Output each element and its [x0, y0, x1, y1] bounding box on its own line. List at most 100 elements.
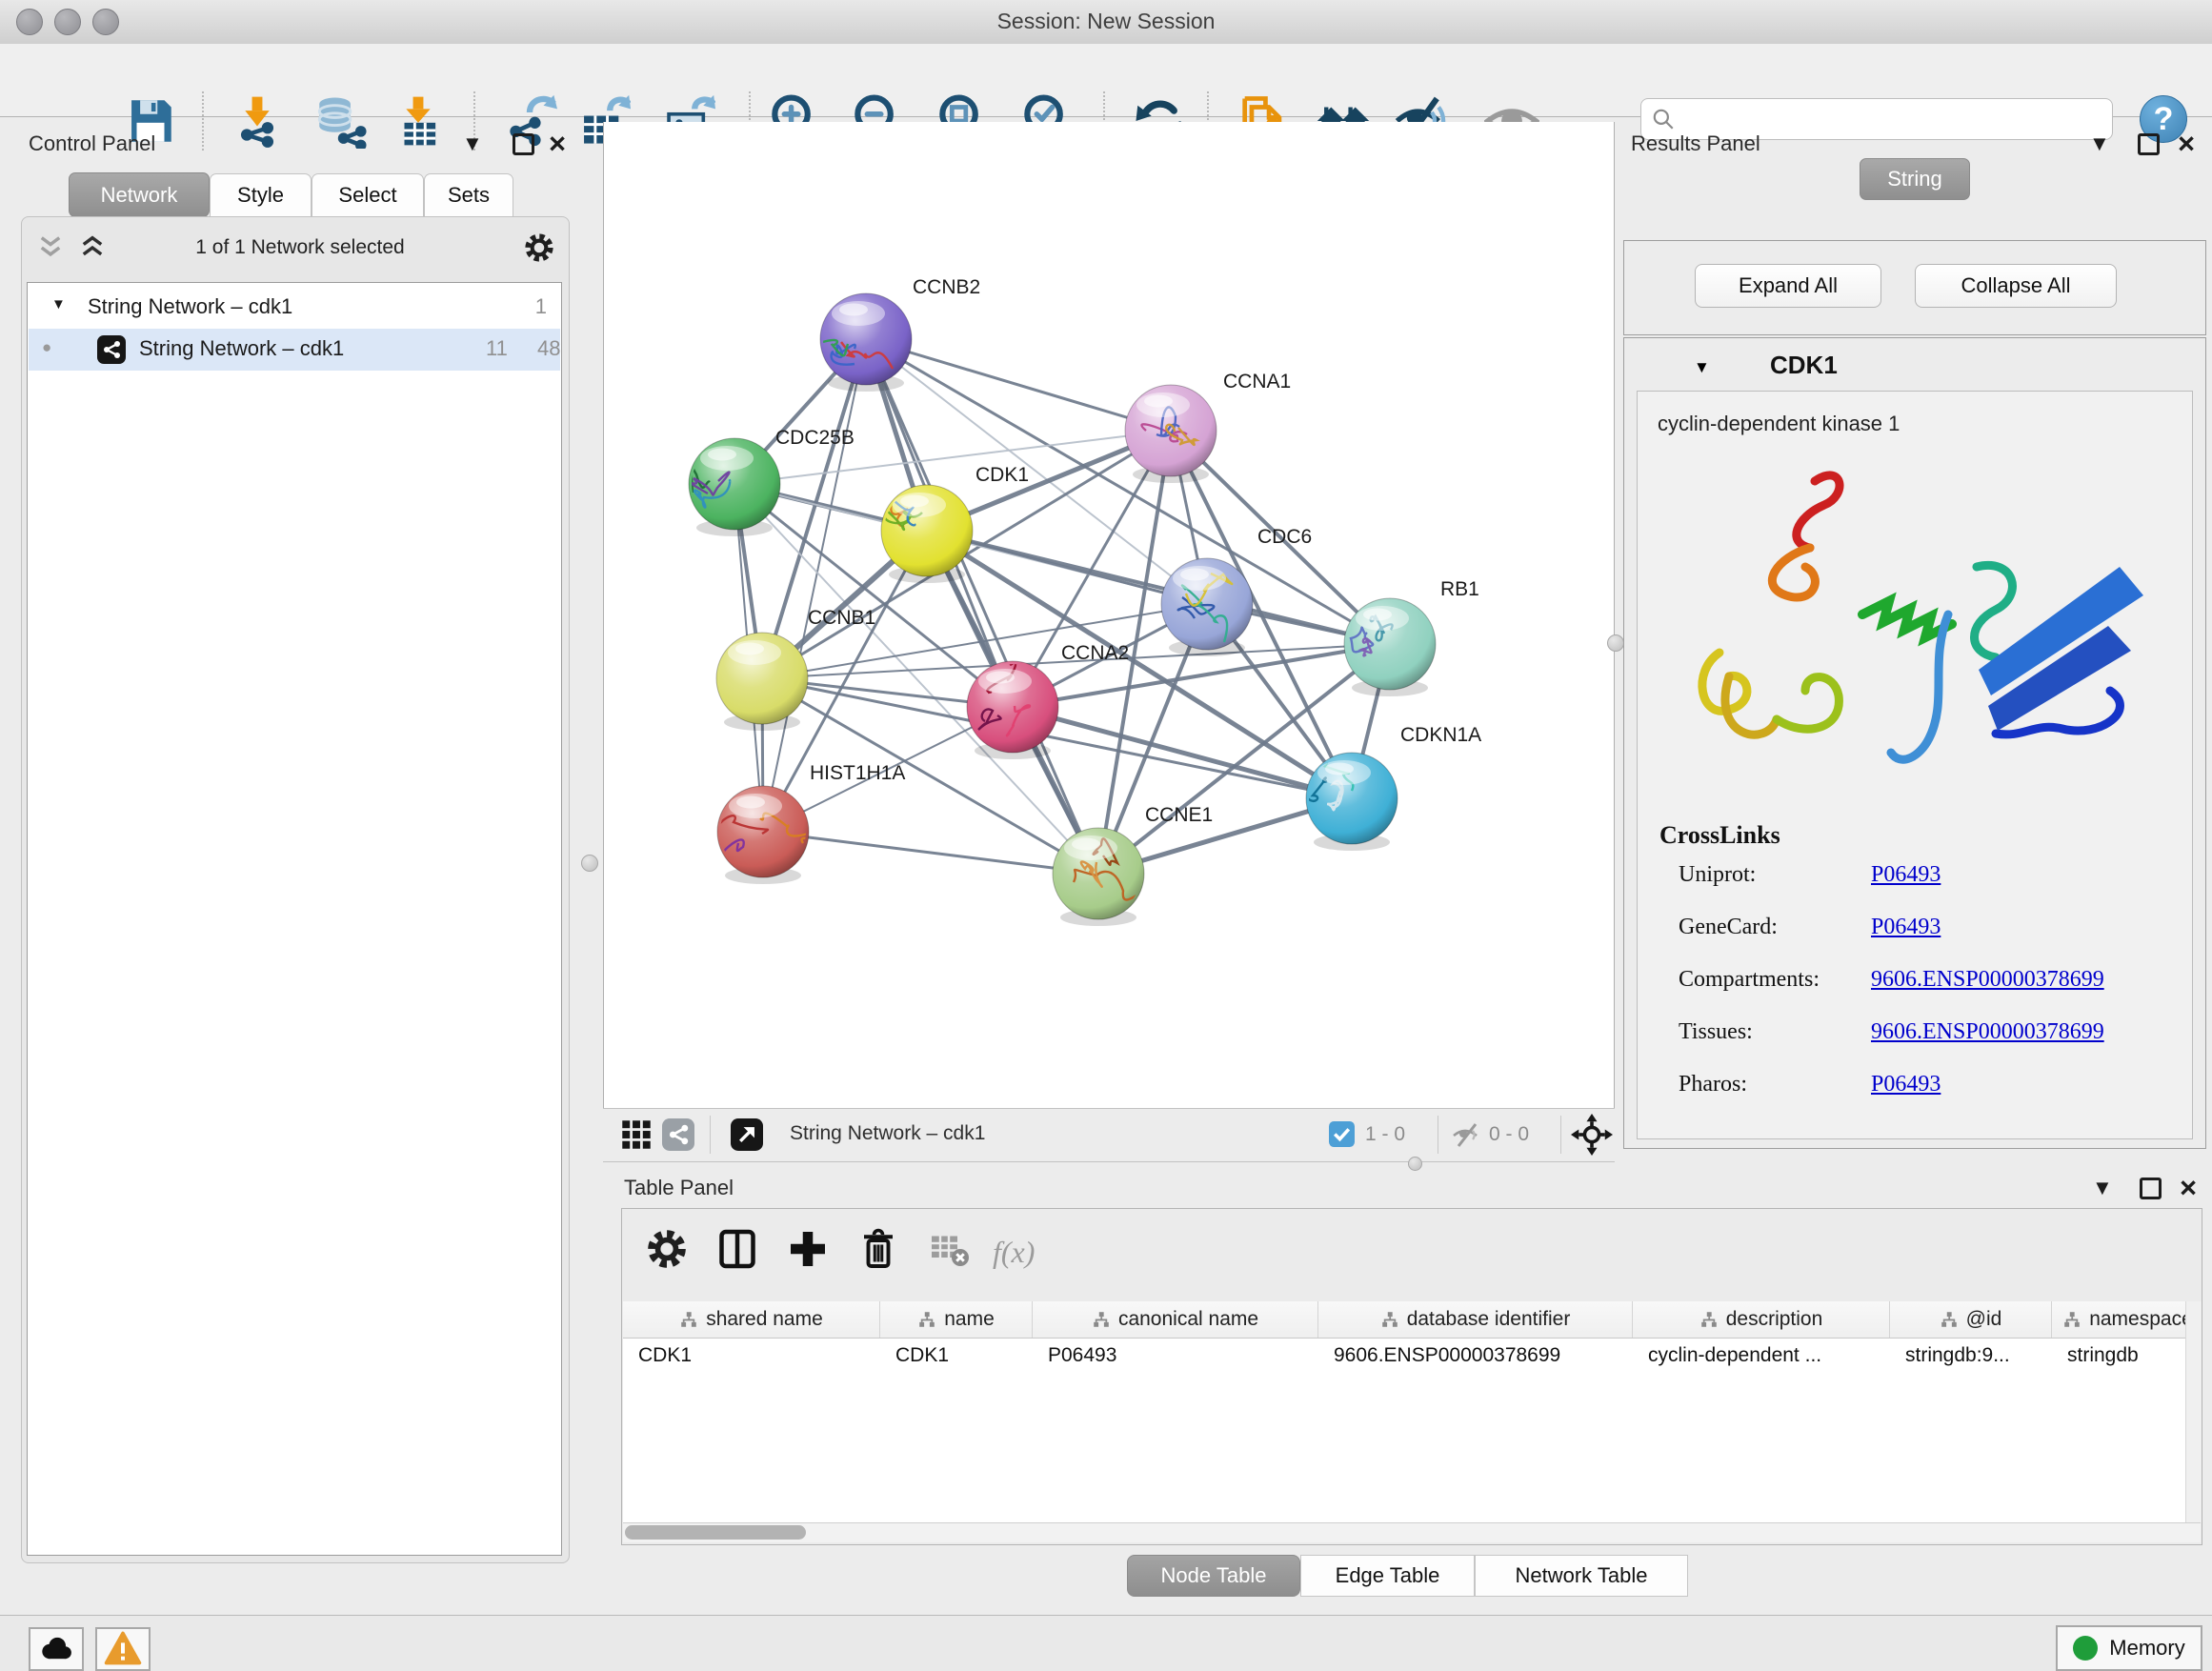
network-collection-row[interactable]: ▼ String Network – cdk1 1: [29, 287, 560, 329]
tree-expanded-icon[interactable]: ▼: [51, 296, 66, 312]
window-title: Session: New Session: [0, 9, 2212, 34]
table-settings-button[interactable]: [640, 1223, 694, 1277]
edge-CDK1-RB1[interactable]: [927, 531, 1390, 644]
results-panel-close-button[interactable]: ×: [2178, 133, 2195, 154]
column-type-icon: [917, 1311, 936, 1328]
memory-button[interactable]: Memory: [2056, 1625, 2202, 1671]
column-type-icon: [2062, 1311, 2081, 1328]
edge-CCNA2-CDKN1A[interactable]: [1013, 707, 1352, 798]
cloud-status-button[interactable]: [29, 1627, 84, 1671]
edge-CCNB2-CCNE1[interactable]: [866, 339, 1098, 874]
crosslink-genecard-link[interactable]: P06493: [1871, 915, 1941, 940]
node-RB1[interactable]: [1344, 598, 1436, 696]
tab-style[interactable]: Style: [210, 173, 312, 217]
control-panel-float-button[interactable]: [513, 133, 534, 155]
network-row-selected[interactable]: ● String Network – cdk1 11 48: [29, 329, 560, 371]
results-panel-menu-button[interactable]: ▼: [2089, 133, 2110, 154]
table-cell[interactable]: 9606.ENSP00000378699: [1318, 1339, 1633, 1373]
node-CCNA1[interactable]: [1125, 385, 1217, 483]
table-horizontal-scrollbar[interactable]: [623, 1522, 2201, 1542]
network-options-gear-icon[interactable]: [522, 231, 556, 265]
selected-nodes-edges-counter: 1 - 0: [1365, 1123, 1405, 1146]
network-graph: CCNB2CCNA1CDC25BCDK1CDC6RB1CCNB1CCNA2CDK…: [604, 122, 1614, 1108]
protein-structure-image: [1662, 453, 2158, 815]
column-header-label: name: [944, 1308, 995, 1331]
left-splitter-handle[interactable]: [581, 855, 598, 872]
edge-HIST1H1A-CCNE1[interactable]: [763, 832, 1098, 874]
column-header-namespace[interactable]: namespace: [2052, 1301, 2185, 1338]
results-panel-float-button[interactable]: [2138, 133, 2160, 155]
delete-table-icon: [926, 1226, 972, 1272]
node-CDC25B[interactable]: [681, 438, 780, 536]
table-row[interactable]: CDK1CDK1P064939606.ENSP00000378699cyclin…: [623, 1339, 2185, 1373]
gene-collapse-icon[interactable]: ▼: [1694, 358, 1710, 377]
table-vertical-scrollbar[interactable]: [2185, 1301, 2202, 1522]
network-view-share-icon[interactable]: [662, 1118, 694, 1151]
scrollbar-thumb[interactable]: [625, 1525, 806, 1540]
crosslink-label: GeneCard:: [1679, 915, 1778, 940]
column-header-name[interactable]: name: [880, 1301, 1033, 1338]
tab-select[interactable]: Select: [312, 173, 424, 217]
control-panel-close-button[interactable]: ×: [549, 133, 566, 154]
import-table-button[interactable]: [391, 93, 446, 149]
node-CCNE1[interactable]: [1053, 828, 1144, 926]
table-cell[interactable]: CDK1: [880, 1339, 1033, 1373]
table-cell[interactable]: stringdb: [2052, 1339, 2185, 1373]
grid-view-icon[interactable]: [620, 1118, 653, 1151]
column-header--id[interactable]: @id: [1890, 1301, 2052, 1338]
right-splitter-handle[interactable]: [1607, 634, 1624, 652]
node-CCNB1[interactable]: [716, 633, 808, 731]
memory-label: Memory: [2109, 1636, 2184, 1661]
table-cell[interactable]: P06493: [1033, 1339, 1318, 1373]
network-canvas[interactable]: CCNB2CCNA1CDC25BCDK1CDC6RB1CCNB1CCNA2CDK…: [603, 122, 1615, 1108]
table-panel-float-button[interactable]: [2140, 1178, 2162, 1199]
crosslink-compartments-link[interactable]: 9606.ENSP00000378699: [1871, 967, 2104, 993]
bottom-splitter-handle[interactable]: [1408, 1157, 1422, 1171]
edge-CCNB2-HIST1H1A[interactable]: [763, 339, 866, 832]
column-type-icon: [1940, 1311, 1959, 1328]
column-header-database-identifier[interactable]: database identifier: [1318, 1301, 1633, 1338]
table-cell[interactable]: stringdb:9...: [1890, 1339, 2052, 1373]
tab-network-table[interactable]: Network Table: [1475, 1555, 1688, 1597]
node-HIST1H1A[interactable]: [686, 786, 817, 884]
plus-icon: [785, 1226, 831, 1272]
network-node-count: 11: [486, 336, 508, 361]
import-network-file-button[interactable]: [230, 93, 285, 149]
crosslink-uniprot-link[interactable]: P06493: [1871, 862, 1941, 888]
pan-crosshair-icon[interactable]: [1571, 1114, 1613, 1156]
node-CDC6[interactable]: [1161, 558, 1253, 656]
table-cell[interactable]: CDK1: [623, 1339, 880, 1373]
column-header-description[interactable]: description: [1633, 1301, 1890, 1338]
control-panel-menu-button[interactable]: ▼: [462, 133, 483, 154]
collapse-all-icon[interactable]: [36, 234, 65, 261]
edge-CCNB2-CCNA1[interactable]: [866, 339, 1171, 431]
birdseye-view-icon[interactable]: [731, 1118, 763, 1151]
warning-status-button[interactable]: [95, 1627, 151, 1671]
column-header-shared-name[interactable]: shared name: [623, 1301, 880, 1338]
table-panel-menu-button[interactable]: ▼: [2092, 1178, 2113, 1198]
import-network-database-button[interactable]: [312, 93, 368, 149]
column-header-canonical-name[interactable]: canonical name: [1033, 1301, 1318, 1338]
expand-all-icon[interactable]: [78, 234, 107, 261]
selected-checkbox-icon[interactable]: [1329, 1121, 1355, 1147]
crosslink-pharos-link[interactable]: P06493: [1871, 1072, 1941, 1097]
column-header-label: shared name: [706, 1308, 823, 1331]
table-panel-close-button[interactable]: ×: [2180, 1178, 2197, 1198]
collection-label: String Network – cdk1: [88, 294, 292, 319]
delete-column-button[interactable]: [852, 1223, 905, 1277]
expand-all-button[interactable]: Expand All: [1695, 264, 1881, 308]
table-header-row: shared name name canonical name database id…: [623, 1301, 2185, 1339]
tab-edge-table[interactable]: Edge Table: [1300, 1555, 1475, 1597]
tab-network[interactable]: Network: [69, 172, 210, 217]
node-CCNB2[interactable]: [808, 293, 912, 392]
table-cell[interactable]: cyclin-dependent ...: [1633, 1339, 1890, 1373]
tab-node-table[interactable]: Node Table: [1127, 1555, 1300, 1597]
crosslink-tissues-link[interactable]: 9606.ENSP00000378699: [1871, 1019, 2104, 1045]
column-header-label: database identifier: [1407, 1308, 1571, 1331]
show-columns-button[interactable]: [711, 1223, 764, 1277]
add-column-button[interactable]: [781, 1223, 835, 1277]
tab-string[interactable]: String: [1860, 158, 1970, 200]
tab-sets[interactable]: Sets: [424, 173, 513, 217]
collapse-all-button[interactable]: Collapse All: [1915, 264, 2117, 308]
node-CDKN1A[interactable]: [1299, 753, 1398, 851]
